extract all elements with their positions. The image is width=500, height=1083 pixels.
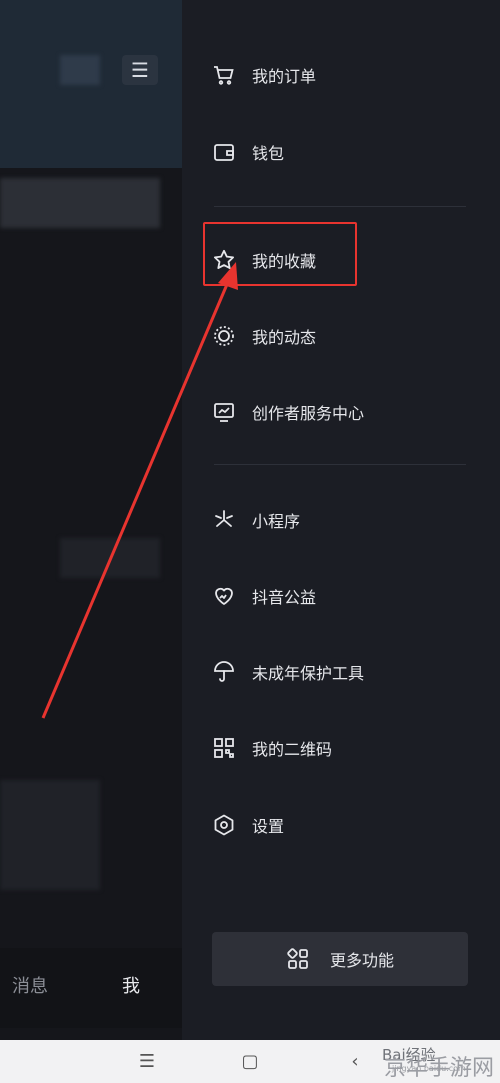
background-page: ☰ 消息 我 bbox=[0, 0, 182, 1040]
menu-item-label: 未成年保护工具 bbox=[252, 664, 365, 683]
menu-item-label: 我的动态 bbox=[252, 328, 317, 347]
menu-item-label: 设置 bbox=[252, 817, 285, 836]
menu-item-moments[interactable]: 我的动态 bbox=[212, 316, 472, 356]
highlight-box bbox=[203, 222, 357, 286]
heart-icon bbox=[212, 584, 236, 608]
recents-button[interactable]: ☰ bbox=[132, 1048, 162, 1074]
more-functions-label: 更多功能 bbox=[329, 951, 394, 970]
menu-item-mini-programs[interactable]: 小程序 bbox=[212, 500, 472, 540]
back-button[interactable]: ‹ bbox=[340, 1048, 370, 1074]
menu-item-creator-center[interactable]: 创作者服务中心 bbox=[212, 392, 472, 432]
menu-item-wallet[interactable]: 钱包 bbox=[212, 132, 472, 172]
menu-item-label: 抖音公益 bbox=[252, 588, 317, 607]
menu-item-minor-protection[interactable]: 未成年保护工具 bbox=[212, 652, 472, 692]
blurred-region bbox=[0, 178, 160, 228]
home-button[interactable]: ▢ bbox=[235, 1048, 265, 1074]
divider bbox=[214, 464, 466, 465]
side-drawer: 我的订单 钱包 我的收藏 我的动态 创作者服务中心 小程序 抖音公益 未成年保护… bbox=[182, 0, 500, 1040]
tab-messages[interactable]: 消息 bbox=[12, 972, 48, 998]
sun-icon bbox=[212, 324, 236, 348]
divider bbox=[214, 206, 466, 207]
chart-monitor-icon bbox=[212, 400, 236, 424]
menu-item-label: 钱包 bbox=[252, 144, 285, 163]
menu-item-settings[interactable]: 设置 bbox=[212, 805, 472, 845]
menu-item-charity[interactable]: 抖音公益 bbox=[212, 576, 472, 616]
blurred-region bbox=[60, 55, 100, 85]
tab-me[interactable]: 我 bbox=[122, 972, 140, 998]
site-watermark: 京华手游网 bbox=[383, 1056, 494, 1081]
cart-icon bbox=[212, 63, 236, 87]
menu-item-orders[interactable]: 我的订单 bbox=[212, 55, 472, 95]
menu-item-label: 创作者服务中心 bbox=[252, 404, 365, 423]
blurred-region bbox=[0, 780, 100, 890]
grid-icon bbox=[286, 947, 310, 971]
hexagon-settings-icon bbox=[212, 813, 236, 837]
umbrella-icon bbox=[212, 660, 236, 684]
blurred-region bbox=[60, 538, 160, 578]
more-functions-button[interactable]: 更多功能 bbox=[212, 932, 468, 986]
qr-code-icon bbox=[212, 736, 236, 760]
asterisk-icon bbox=[212, 508, 236, 532]
wallet-icon bbox=[212, 140, 236, 164]
menu-item-qr-code[interactable]: 我的二维码 bbox=[212, 728, 472, 768]
menu-item-label: 小程序 bbox=[252, 512, 301, 531]
menu-icon[interactable]: ☰ bbox=[122, 55, 158, 85]
menu-item-label: 我的订单 bbox=[252, 67, 317, 86]
menu-item-label: 我的二维码 bbox=[252, 740, 333, 759]
